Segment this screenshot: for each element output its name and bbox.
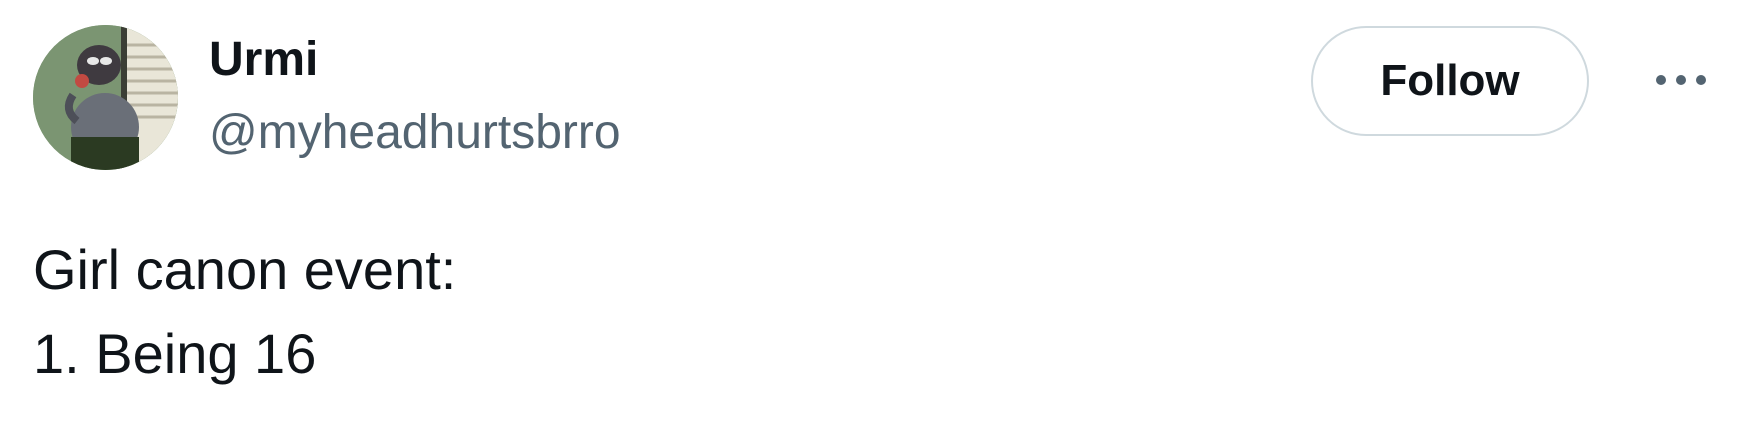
tweet-text-line: 1. Being 16	[33, 322, 317, 385]
avatar-cartoon-character-icon	[33, 25, 178, 170]
follow-button[interactable]: Follow	[1311, 26, 1589, 136]
more-options-button[interactable]	[1646, 56, 1716, 104]
tweet-text-line: Girl canon event:	[33, 238, 457, 301]
tweet-text: Girl canon event: 1. Being 16	[33, 228, 456, 396]
user-handle[interactable]: @myheadhurtsbrro	[209, 103, 621, 163]
more-options-icon	[1656, 75, 1706, 85]
display-name[interactable]: Urmi	[209, 30, 318, 90]
tweet-card: Urmi @myheadhurtsbrro Follow Girl canon …	[0, 0, 1737, 448]
avatar[interactable]	[33, 25, 178, 170]
